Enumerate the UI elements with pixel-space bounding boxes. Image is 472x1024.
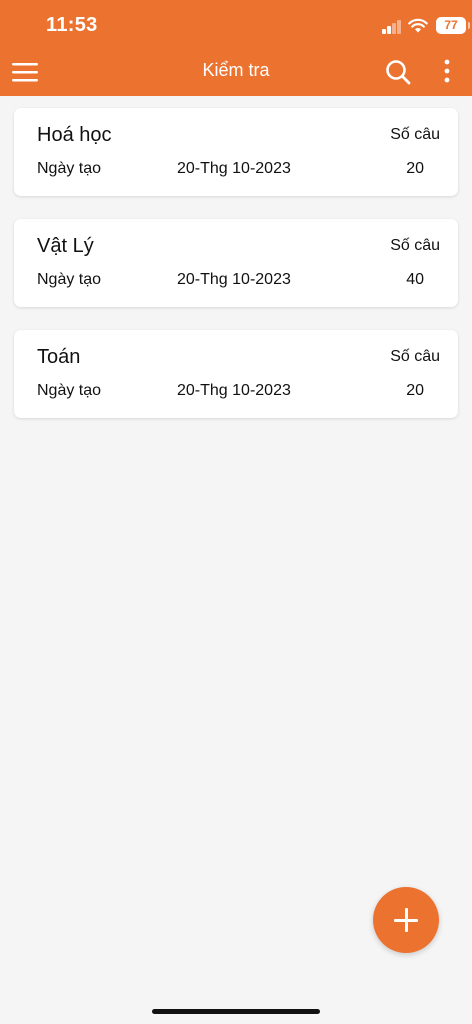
search-button[interactable] (384, 58, 412, 86)
question-count: 20 (406, 382, 424, 399)
test-name: Hoá học (37, 124, 112, 146)
app-bar: Kiểm tra (0, 50, 472, 96)
battery-icon: 77 (436, 17, 470, 34)
question-count-label: Số câu (390, 348, 440, 365)
status-bar: 11:53 77 (0, 0, 472, 50)
question-count: 20 (406, 160, 424, 177)
add-test-button[interactable] (373, 887, 439, 953)
created-date: 20-Thg 10-2023 (177, 271, 291, 288)
created-date-label: Ngày tạo (37, 271, 102, 288)
test-card[interactable]: Vật Lý Số câu Ngày tạo 20-Thg 10-2023 40 (14, 219, 458, 307)
created-date: 20-Thg 10-2023 (177, 160, 291, 177)
top-bar: 11:53 77 Kiểm tra (0, 0, 472, 96)
test-list: Hoá học Số câu Ngày tạo 20-Thg 10-2023 2… (14, 108, 458, 441)
question-count-label: Số câu (390, 237, 440, 254)
home-indicator[interactable] (152, 1009, 320, 1014)
test-card[interactable]: Toán Số câu Ngày tạo 20-Thg 10-2023 20 (14, 330, 458, 418)
wifi-icon (408, 18, 428, 33)
test-card[interactable]: Hoá học Số câu Ngày tạo 20-Thg 10-2023 2… (14, 108, 458, 196)
created-date: 20-Thg 10-2023 (177, 382, 291, 399)
search-icon (386, 60, 411, 85)
question-count: 40 (406, 271, 424, 288)
more-button[interactable] (438, 58, 456, 88)
status-time: 11:53 (46, 14, 98, 36)
more-vertical-icon (444, 59, 450, 83)
test-name: Vật Lý (37, 235, 94, 257)
created-date-label: Ngày tạo (37, 382, 102, 399)
signal-icon (382, 18, 402, 34)
test-name: Toán (37, 346, 81, 368)
question-count-label: Số câu (390, 126, 440, 143)
created-date-label: Ngày tạo (37, 160, 102, 177)
